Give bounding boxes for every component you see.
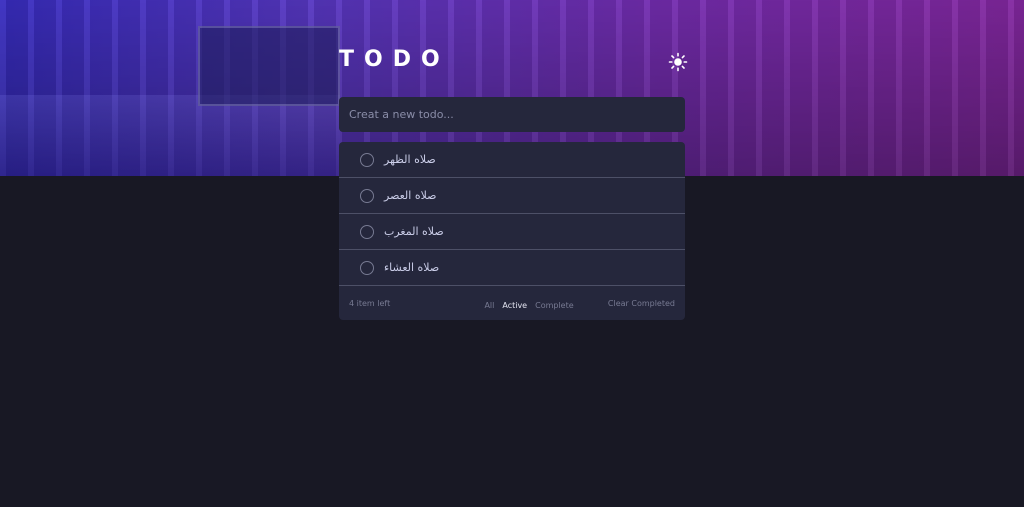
filter-group: All Active Complete (484, 301, 573, 310)
hero-corridor-floor (0, 95, 340, 176)
hero-doorway (198, 26, 340, 106)
items-left-count: 4 item left (349, 298, 391, 308)
todo-text: صلاه الظهر (384, 153, 436, 166)
filter-active[interactable]: Active (502, 301, 527, 310)
todo-checkbox[interactable] (360, 188, 374, 203)
filter-all[interactable]: All (484, 301, 494, 310)
new-todo-container (339, 97, 685, 132)
todo-item[interactable]: صلاه الظهر (339, 142, 685, 178)
list-footer: 4 item left All Active Complete Clear Co… (339, 286, 685, 320)
new-todo-input[interactable] (339, 97, 685, 132)
theme-toggle-button[interactable] (668, 52, 688, 72)
todo-checkbox[interactable] (360, 260, 374, 275)
todo-text: صلاه العصر (384, 189, 437, 202)
todo-checkbox[interactable] (360, 224, 374, 239)
clear-completed-button[interactable]: Clear Completed (608, 299, 675, 308)
sun-icon (668, 52, 688, 72)
todo-checkbox[interactable] (360, 152, 374, 167)
filter-complete[interactable]: Complete (535, 301, 574, 310)
todo-text: صلاه العشاء (384, 261, 440, 274)
todo-text: صلاه المغرب (384, 225, 444, 238)
todo-item[interactable]: صلاه المغرب (339, 214, 685, 250)
app-title: TODO (339, 47, 450, 72)
todo-list: صلاه الظهر صلاه العصر صلاه المغرب صلاه ا… (339, 142, 685, 320)
todo-item[interactable]: صلاه العشاء (339, 250, 685, 286)
todo-item[interactable]: صلاه العصر (339, 178, 685, 214)
